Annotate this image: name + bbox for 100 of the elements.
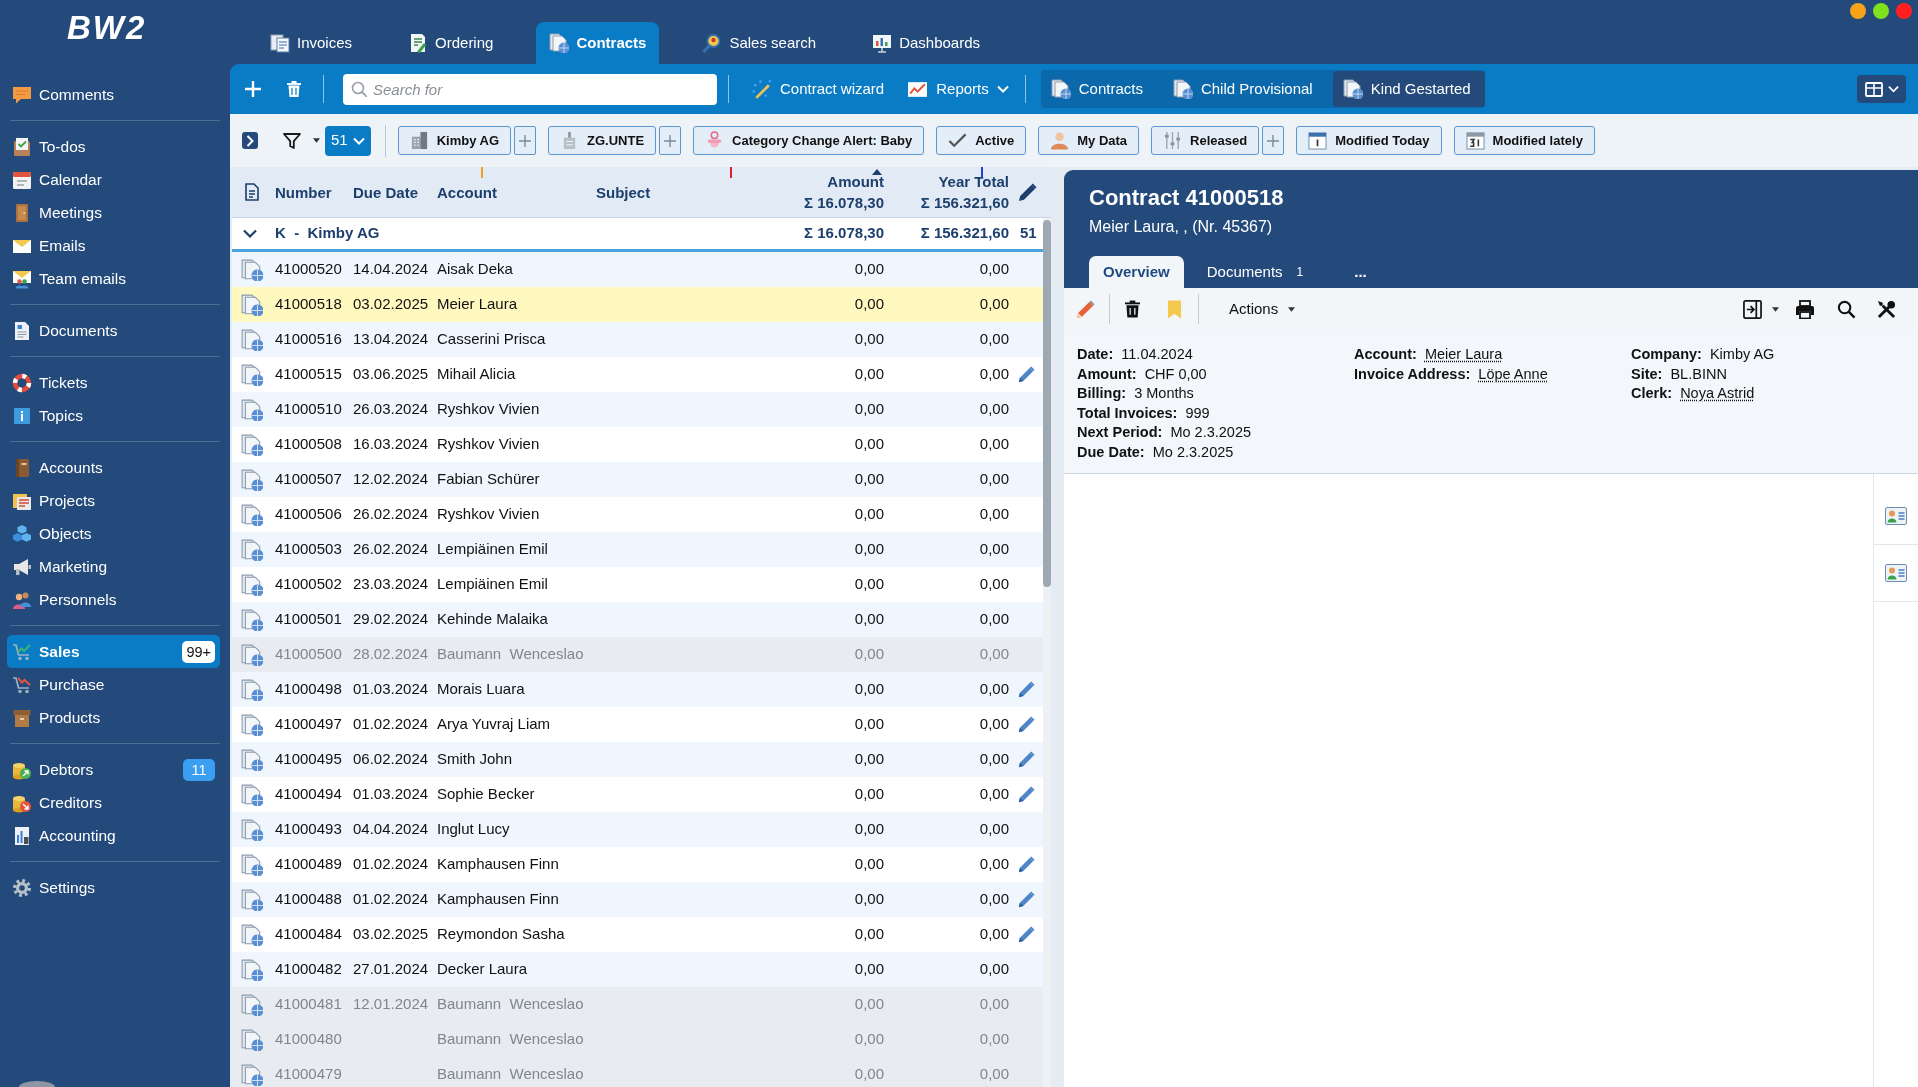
sidebar-item[interactable]: Accounting	[7, 819, 220, 852]
column-header[interactable]: Number	[275, 167, 353, 217]
view-tab[interactable]: Kind Gestarted	[1332, 71, 1485, 107]
add-filter-button[interactable]	[514, 126, 537, 155]
module-tab[interactable]: Dashboards	[859, 22, 993, 64]
sidebar-item[interactable]: Purchase	[7, 668, 220, 701]
sidebar-item[interactable]: Topics	[7, 399, 220, 432]
column-header[interactable]: Year Total Σ 156.321,60	[884, 167, 1009, 217]
table-row[interactable]: 41000501 29.02.2024 Kehinde Malaika 0,00 0,00	[232, 602, 1043, 637]
table-row[interactable]: 41000493 04.04.2024 Inglut Lucy 0,00 0,00	[232, 812, 1043, 847]
pencil-icon[interactable]	[1018, 786, 1035, 803]
table-cell: 0,00	[979, 505, 1009, 523]
sidebar-item[interactable]: Products	[7, 701, 220, 734]
filter-chip[interactable]: Modified Today	[1296, 126, 1442, 155]
sidebar-item[interactable]: Meetings	[7, 196, 220, 229]
column-header[interactable]: Account	[437, 167, 596, 217]
search-icon[interactable]	[1837, 299, 1856, 319]
module-tab[interactable]: Invoices	[257, 22, 366, 64]
sidebar-item[interactable]: Debtors 11	[7, 753, 220, 786]
table-row[interactable]: 41000495 06.02.2024 Smith John 0,00 0,00	[232, 742, 1043, 777]
caret-icon[interactable]	[313, 138, 320, 143]
contact-card-icon[interactable]	[1885, 564, 1907, 582]
contact-card-icon[interactable]	[1885, 507, 1907, 525]
sidebar-item[interactable]: Personnels	[7, 583, 220, 616]
table-row[interactable]: 41000510 26.03.2024 Ryshkov Vivien 0,00 0,00	[232, 392, 1043, 427]
field-link[interactable]: Meier Laura	[1424, 346, 1503, 362]
sidebar-item[interactable]: Tickets	[7, 366, 220, 399]
sidebar-item[interactable]: Projects	[7, 484, 220, 517]
view-tab[interactable]: Contracts	[1040, 71, 1153, 107]
pencil-icon[interactable]	[1018, 856, 1035, 873]
pencil-icon[interactable]	[1018, 891, 1035, 908]
window-control[interactable]	[1850, 3, 1866, 19]
pencil-icon[interactable]	[1018, 751, 1035, 768]
caret-icon[interactable]	[1772, 306, 1779, 312]
count-dropdown[interactable]: 51	[325, 125, 371, 156]
actions-dropdown[interactable]: Actions	[1229, 297, 1296, 321]
sidebar-item[interactable]: Team emails	[7, 262, 220, 295]
column-header[interactable]: Subject	[596, 167, 760, 217]
detail-tab[interactable]: Overview	[1089, 256, 1184, 288]
filter-chip[interactable]: My Data	[1038, 126, 1140, 155]
table-row[interactable]: 41000503 26.02.2024 Lempiäinen Emil 0,00 0,00	[232, 532, 1043, 567]
delete-icon[interactable]	[1125, 300, 1140, 318]
field-link[interactable]: Noya Astrid	[1680, 385, 1755, 401]
exit-panel-icon[interactable]	[1743, 299, 1762, 319]
tools-icon[interactable]	[1877, 299, 1896, 319]
module-tab[interactable]: Sales search	[689, 22, 830, 64]
filter-chip[interactable]: Released	[1151, 126, 1260, 155]
table-cell: 0,00	[979, 330, 1009, 348]
pencil-icon[interactable]	[1018, 716, 1035, 733]
table-row[interactable]: 41000518 03.02.2025 Meier Laura 0,00 0,00	[232, 287, 1043, 322]
view-tab[interactable]: Child Provisional	[1162, 71, 1323, 107]
cart-chart-icon	[12, 674, 32, 695]
pencil-icon[interactable]	[1018, 366, 1035, 383]
add-filter-button[interactable]	[1262, 126, 1285, 155]
toolbar-button[interactable]: Contract wizard	[751, 77, 885, 101]
sidebar-item[interactable]: Documents	[7, 314, 220, 347]
filter-chip[interactable]: Kimby AG	[397, 126, 512, 155]
sidebar-item[interactable]: To-dos	[7, 130, 220, 163]
table-row[interactable]: 41000498 01.03.2024 Morais Luara 0,00 0,00	[232, 672, 1043, 707]
avatar-icon[interactable]	[19, 1081, 55, 1087]
filter-icon[interactable]	[283, 131, 301, 150]
layout-button[interactable]	[1857, 75, 1906, 103]
table-row[interactable]: 41000482 27.01.2024 Decker Laura 0,00 0,00	[232, 952, 1043, 987]
print-icon[interactable]	[1795, 299, 1815, 319]
expand-button[interactable]	[242, 132, 258, 149]
pencil-icon[interactable]	[1018, 681, 1035, 698]
sidebar-item[interactable]: Accounts	[7, 451, 220, 484]
filter-chip[interactable]: Category Change Alert: Baby	[693, 126, 925, 155]
sidebar-item[interactable]: Sales 99+	[7, 635, 220, 668]
filter-chip[interactable]: ZG.UNTE	[548, 126, 657, 155]
add-filter-button[interactable]	[659, 126, 682, 155]
sidebar-item[interactable]: Emails	[7, 229, 220, 262]
column-header[interactable]: Due Date	[353, 167, 437, 217]
pencil-icon[interactable]	[1018, 926, 1035, 943]
sidebar-item[interactable]: Objects	[7, 517, 220, 550]
sidebar-item[interactable]: Calendar	[7, 163, 220, 196]
more-tabs-button[interactable]: ...	[1354, 262, 1367, 282]
chevron-down-icon[interactable]	[243, 229, 257, 238]
sidebar-item[interactable]: Comments	[7, 78, 220, 111]
column-header[interactable]: Amount Σ 16.078,30	[760, 167, 884, 217]
window-control[interactable]	[1873, 3, 1889, 19]
add-icon[interactable]	[245, 81, 261, 97]
table-row[interactable]: 41000507 12.02.2024 Fabian Schürer 0,00 0,00	[232, 462, 1043, 497]
pencil-icon[interactable]	[1018, 182, 1037, 202]
search-field[interactable]: Search for	[343, 73, 717, 105]
toolbar-button[interactable]: Reports	[907, 77, 1009, 101]
detail-tab[interactable]: Documents 1	[1194, 256, 1316, 288]
module-tab[interactable]: Contracts	[536, 22, 660, 64]
module-tab[interactable]: Ordering	[395, 22, 507, 64]
field-link[interactable]: Löpe Anne	[1478, 365, 1548, 382]
filter-chip[interactable]: Modified lately	[1453, 126, 1595, 155]
scrollbar-thumb[interactable]	[1043, 220, 1051, 587]
sidebar-item[interactable]: Marketing	[7, 550, 220, 583]
filter-chip[interactable]: Active	[936, 126, 1027, 155]
sidebar-item[interactable]: Settings	[7, 871, 220, 904]
scrollbar[interactable]	[1043, 218, 1051, 1087]
sidebar-item[interactable]: Creditors	[7, 786, 220, 819]
table-row[interactable]: 41000516 13.04.2024 Casserini Prisca 0,00 0,00	[232, 322, 1043, 357]
table-row[interactable]: 41000520 14.04.2024 Aisak Deka 0,00 0,00	[232, 252, 1043, 287]
table-row[interactable]: 41000488 01.02.2024 Kamphausen Finn 0,00 0,00	[232, 882, 1043, 917]
